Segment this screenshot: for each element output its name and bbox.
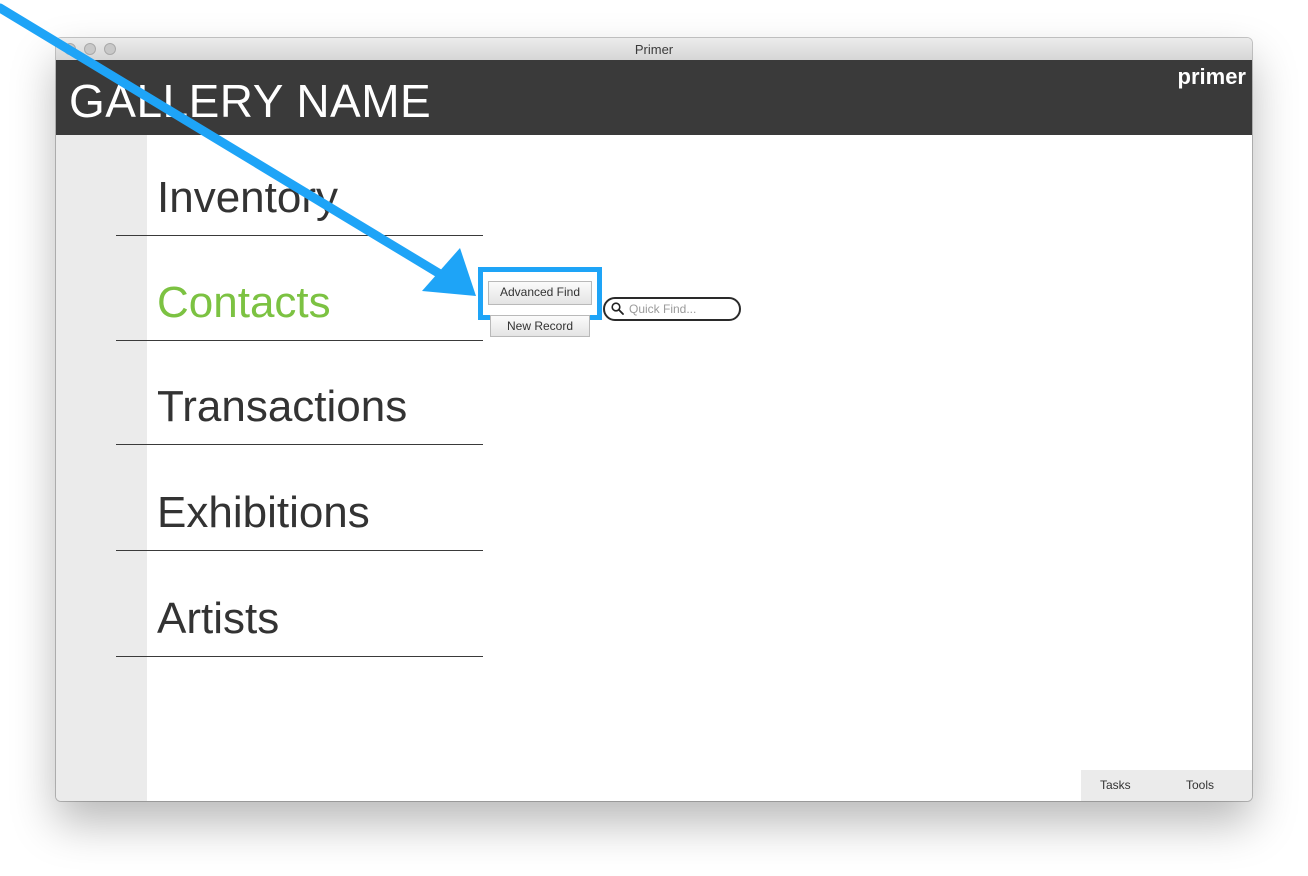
nav-item-label: Transactions — [157, 382, 408, 431]
title-bar: Primer — [56, 38, 1252, 61]
nav-item-contacts[interactable]: Contacts — [116, 235, 483, 341]
nav-item-exhibitions[interactable]: Exhibitions — [116, 445, 483, 551]
gallery-name: GALLERY NAME — [69, 75, 432, 127]
nav-item-label: Contacts — [157, 278, 331, 327]
nav-item-label: Exhibitions — [157, 488, 370, 537]
nav-item-label: Inventory — [157, 173, 338, 222]
window-title: Primer — [634, 42, 674, 57]
nav-item-label: Artists — [157, 594, 280, 643]
quick-find-field[interactable] — [603, 297, 741, 321]
tools-button[interactable]: Tools — [1186, 778, 1214, 792]
quick-find-input[interactable] — [629, 300, 733, 318]
advanced-find-button[interactable]: Advanced Find — [488, 281, 592, 305]
search-icon — [611, 302, 624, 315]
app-window: Primer GALLERY NAME primer Inventory Con… — [56, 38, 1252, 801]
new-record-button[interactable]: New Record — [490, 315, 590, 337]
nav-item-artists[interactable]: Artists — [116, 551, 483, 657]
brand-logo: primer — [1177, 64, 1246, 89]
nav-item-inventory[interactable]: Inventory — [116, 130, 483, 236]
footer-bar: Tasks Tools — [1081, 770, 1252, 801]
tasks-button[interactable]: Tasks — [1100, 778, 1131, 792]
nav-item-transactions[interactable]: Transactions — [116, 339, 483, 445]
app-header: GALLERY NAME primer — [56, 60, 1252, 135]
